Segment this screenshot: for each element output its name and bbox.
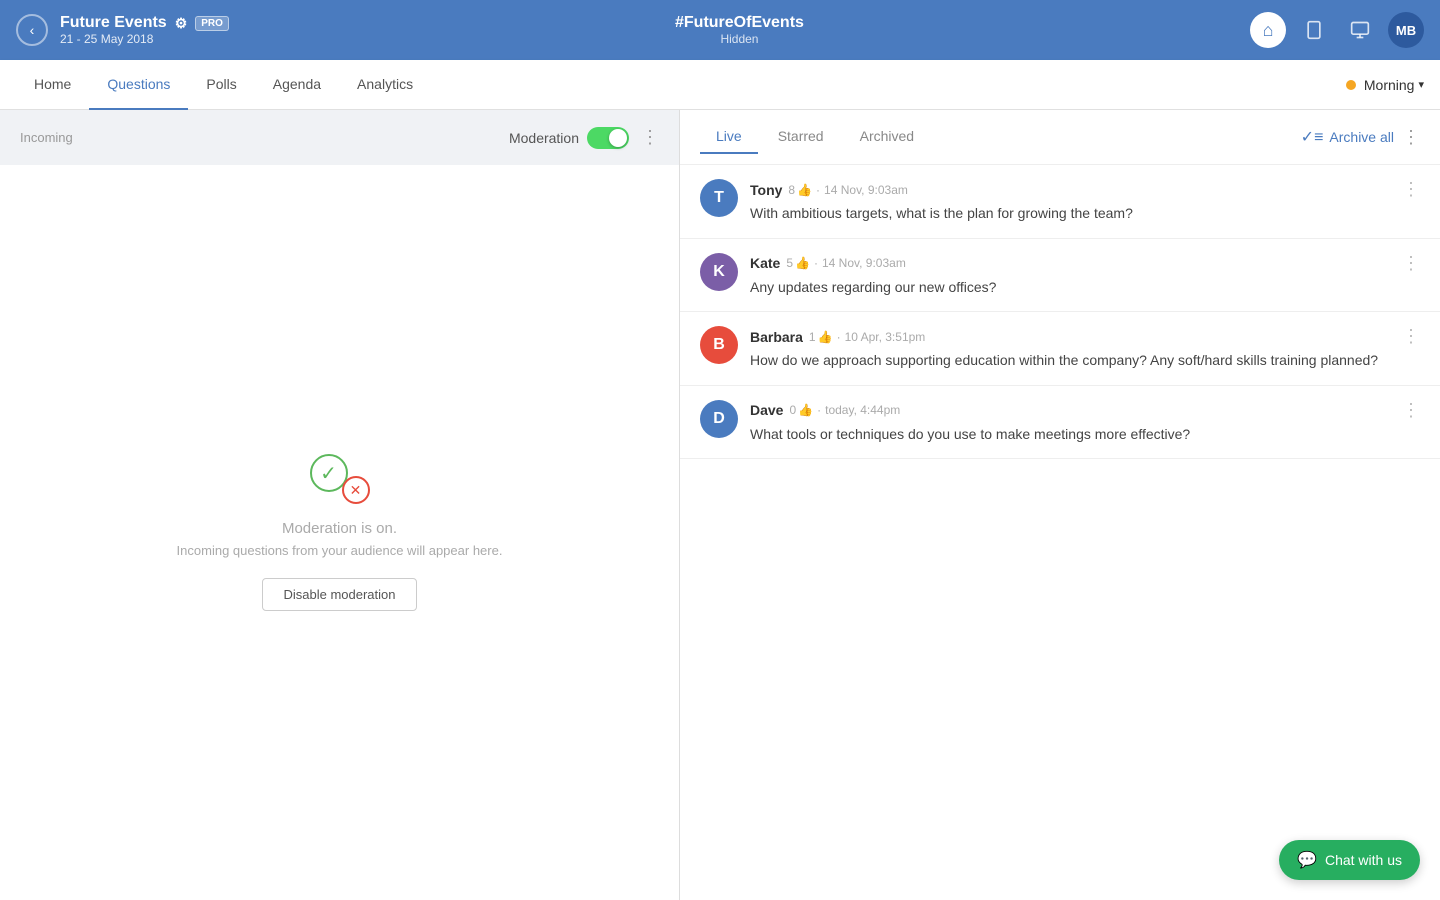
nav-right: Morning ▾ xyxy=(1346,77,1424,93)
chevron-down-icon: ▾ xyxy=(1418,78,1424,91)
thumbs-up-icon: 👍 xyxy=(797,183,812,197)
tab-live[interactable]: Live xyxy=(700,120,758,154)
question-date: 14 Nov, 9:03am xyxy=(822,256,906,270)
question-author-name: Tony xyxy=(750,182,782,198)
like-count: 8 👍 xyxy=(788,183,812,197)
tab-starred[interactable]: Starred xyxy=(762,120,840,154)
header-center: #FutureOfEvents Hidden xyxy=(229,14,1250,46)
main-nav: Home Questions Polls Agenda Analytics Mo… xyxy=(0,60,1440,110)
like-count: 5 👍 xyxy=(786,256,810,270)
disable-moderation-button[interactable]: Disable moderation xyxy=(262,578,416,611)
question-more-icon[interactable]: ⋮ xyxy=(1402,179,1420,200)
moderation-on-title: Moderation is on. xyxy=(282,520,397,537)
left-panel: Incoming Moderation ⋮ ✓ ✕ Moderation is … xyxy=(0,110,680,900)
nav-item-home[interactable]: Home xyxy=(16,60,89,110)
user-avatar[interactable]: MB xyxy=(1388,12,1424,48)
nav-item-analytics[interactable]: Analytics xyxy=(339,60,431,110)
home-icon-button[interactable]: ⌂ xyxy=(1250,12,1286,48)
moderation-section: Moderation ⋮ xyxy=(509,127,659,149)
incoming-label: Incoming xyxy=(20,130,509,145)
question-author-name: Kate xyxy=(750,255,780,271)
thumbs-up-icon: 👍 xyxy=(818,330,833,344)
question-date: today, 4:44pm xyxy=(825,403,900,417)
question-more-icon[interactable]: ⋮ xyxy=(1402,253,1420,274)
questions-list: T Tony 8 👍 · 14 Nov, 9:03am ⋮ xyxy=(680,165,1440,900)
question-text: Any updates regarding our new offices? xyxy=(750,278,1420,298)
question-content: Kate 5 👍 · 14 Nov, 9:03am ⋮ Any updates … xyxy=(750,253,1420,298)
avatar: K xyxy=(700,253,738,291)
nav-item-agenda[interactable]: Agenda xyxy=(255,60,339,110)
chat-icon: 💬 xyxy=(1297,850,1317,870)
question-text: With ambitious targets, what is the plan… xyxy=(750,204,1420,224)
chat-widget[interactable]: 💬 Chat with us xyxy=(1279,840,1420,880)
gear-icon[interactable]: ⚙ xyxy=(175,15,188,32)
question-header: Kate 5 👍 · 14 Nov, 9:03am ⋮ xyxy=(750,253,1420,274)
question-item[interactable]: D Dave 0 👍 · today, 4:44pm ⋮ xyxy=(680,386,1440,460)
question-meta: 1 👍 · 10 Apr, 3:51pm xyxy=(809,330,925,344)
question-text: What tools or techniques do you use to m… xyxy=(750,425,1420,445)
question-date: 10 Apr, 3:51pm xyxy=(845,330,926,344)
app-header: ‹ Future Events ⚙ PRO 21 - 25 May 2018 #… xyxy=(0,0,1440,60)
moderation-toggle[interactable] xyxy=(587,127,629,149)
event-title: Future Events ⚙ PRO xyxy=(60,14,229,32)
chat-widget-label: Chat with us xyxy=(1325,852,1402,868)
question-content: Dave 0 👍 · today, 4:44pm ⋮ What tools or… xyxy=(750,400,1420,445)
question-more-icon[interactable]: ⋮ xyxy=(1402,326,1420,347)
toggle-knob xyxy=(609,129,627,147)
event-dates: 21 - 25 May 2018 xyxy=(60,32,229,46)
main-content: Incoming Moderation ⋮ ✓ ✕ Moderation is … xyxy=(0,110,1440,900)
header-actions: ⌂ MB xyxy=(1250,12,1424,48)
morning-selector[interactable]: Morning ▾ xyxy=(1364,77,1424,93)
like-count: 0 👍 xyxy=(789,403,813,417)
question-date: 14 Nov, 9:03am xyxy=(824,183,908,197)
thumbs-up-icon: 👍 xyxy=(798,403,813,417)
question-author-name: Dave xyxy=(750,402,783,418)
right-panel: Live Starred Archived ✓≡ Archive all ⋮ T… xyxy=(680,110,1440,900)
avatar: T xyxy=(700,179,738,217)
pro-badge: PRO xyxy=(195,16,229,31)
thumbs-up-icon: 👍 xyxy=(795,256,810,270)
archive-all-button[interactable]: ✓≡ Archive all xyxy=(1301,127,1394,147)
event-visibility: Hidden xyxy=(229,32,1250,46)
screen-icon-button[interactable] xyxy=(1342,12,1378,48)
question-header: Dave 0 👍 · today, 4:44pm ⋮ xyxy=(750,400,1420,421)
question-content: Tony 8 👍 · 14 Nov, 9:03am ⋮ With ambitio… xyxy=(750,179,1420,224)
nav-item-polls[interactable]: Polls xyxy=(188,60,254,110)
x-circle-icon: ✕ xyxy=(342,476,370,504)
left-panel-header: Incoming Moderation ⋮ xyxy=(0,110,679,165)
question-text: How do we approach supporting education … xyxy=(750,351,1420,371)
question-meta: 8 👍 · 14 Nov, 9:03am xyxy=(788,183,907,197)
nav-item-questions[interactable]: Questions xyxy=(89,60,188,110)
question-meta: 0 👍 · today, 4:44pm xyxy=(789,403,900,417)
left-panel-body: ✓ ✕ Moderation is on. Incoming questions… xyxy=(0,165,679,900)
nav-items: Home Questions Polls Agenda Analytics xyxy=(16,60,431,110)
question-header: Barbara 1 👍 · 10 Apr, 3:51pm ⋮ xyxy=(750,326,1420,347)
device-icon-button[interactable] xyxy=(1296,12,1332,48)
archive-icon: ✓≡ xyxy=(1301,127,1324,147)
event-title-text: Future Events xyxy=(60,14,167,32)
avatar: B xyxy=(700,326,738,364)
question-header: Tony 8 👍 · 14 Nov, 9:03am ⋮ xyxy=(750,179,1420,200)
question-meta: 5 👍 · 14 Nov, 9:03am xyxy=(786,256,905,270)
moderation-on-desc: Incoming questions from your audience wi… xyxy=(177,543,503,558)
question-author-name: Barbara xyxy=(750,329,803,345)
right-panel-more-icon[interactable]: ⋮ xyxy=(1402,127,1420,148)
event-hashtag: #FutureOfEvents xyxy=(229,14,1250,32)
question-more-icon[interactable]: ⋮ xyxy=(1402,400,1420,421)
question-item[interactable]: B Barbara 1 👍 · 10 Apr, 3:51pm ⋮ xyxy=(680,312,1440,386)
question-content: Barbara 1 👍 · 10 Apr, 3:51pm ⋮ How do we… xyxy=(750,326,1420,371)
questions-tabs: Live Starred Archived xyxy=(700,120,930,154)
moderation-label: Moderation xyxy=(509,130,579,146)
like-count: 1 👍 xyxy=(809,330,833,344)
back-button[interactable]: ‹ xyxy=(16,14,48,46)
moderation-icon-container: ✓ ✕ xyxy=(310,454,370,504)
avatar: D xyxy=(700,400,738,438)
event-info: Future Events ⚙ PRO 21 - 25 May 2018 xyxy=(60,14,229,46)
tab-archived[interactable]: Archived xyxy=(844,120,930,154)
right-panel-header: Live Starred Archived ✓≡ Archive all ⋮ xyxy=(680,110,1440,165)
moderation-more-icon[interactable]: ⋮ xyxy=(641,127,659,148)
question-item[interactable]: K Kate 5 👍 · 14 Nov, 9:03am ⋮ xyxy=(680,239,1440,313)
question-item[interactable]: T Tony 8 👍 · 14 Nov, 9:03am ⋮ xyxy=(680,165,1440,239)
morning-dot-icon xyxy=(1346,80,1356,90)
